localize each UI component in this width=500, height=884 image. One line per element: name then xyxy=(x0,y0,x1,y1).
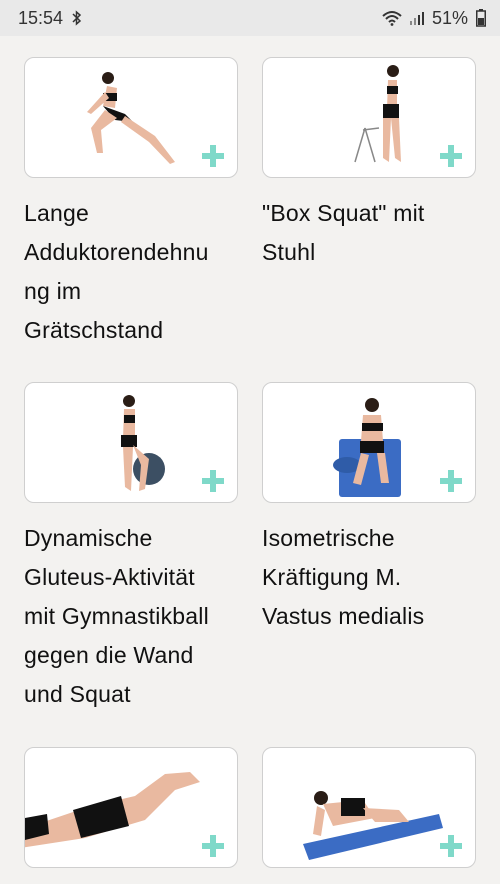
bluetooth-icon xyxy=(72,10,82,26)
exercise-title[interactable]: Isometrische Kräftigung M. Vastus medial… xyxy=(262,519,476,636)
battery-icon xyxy=(476,9,486,27)
exercise-thumbnail[interactable] xyxy=(24,382,238,503)
wifi-icon xyxy=(382,11,402,26)
add-plus-icon[interactable] xyxy=(440,145,462,167)
signal-icon xyxy=(409,12,424,25)
add-plus-icon[interactable] xyxy=(202,470,224,492)
exercise-title[interactable]: Lange Adduktorendehnu ng im Grätschstand xyxy=(24,194,238,350)
status-bar: 15:54 51% xyxy=(0,0,500,36)
add-plus-icon[interactable] xyxy=(202,145,224,167)
exercise-thumbnail[interactable] xyxy=(24,747,238,868)
add-plus-icon[interactable] xyxy=(440,835,462,857)
exercise-thumbnail[interactable] xyxy=(262,57,476,178)
exercise-thumbnail[interactable] xyxy=(24,57,238,178)
battery-percent: 51% xyxy=(431,7,468,28)
exercise-thumbnail[interactable] xyxy=(262,382,476,503)
exercise-card[interactable] xyxy=(24,747,238,884)
exercise-title[interactable]: "Box Squat" mit Stuhl xyxy=(262,194,476,272)
exercise-card[interactable] xyxy=(262,747,476,884)
add-plus-icon[interactable] xyxy=(440,470,462,492)
add-plus-icon[interactable] xyxy=(202,835,224,857)
exercise-card[interactable]: Lange Adduktorendehnu ng im Grätschstand xyxy=(24,57,238,350)
status-time: 15:54 xyxy=(18,7,64,28)
exercise-card[interactable]: Dynamische Gluteus-Aktivität mit Gymnast… xyxy=(24,382,238,714)
exercise-thumbnail[interactable] xyxy=(262,747,476,868)
exercise-card[interactable]: Isometrische Kräftigung M. Vastus medial… xyxy=(262,382,476,636)
exercise-card[interactable]: "Box Squat" mit Stuhl xyxy=(262,57,476,272)
exercise-title[interactable]: Dynamische Gluteus-Aktivität mit Gymnast… xyxy=(24,519,238,714)
